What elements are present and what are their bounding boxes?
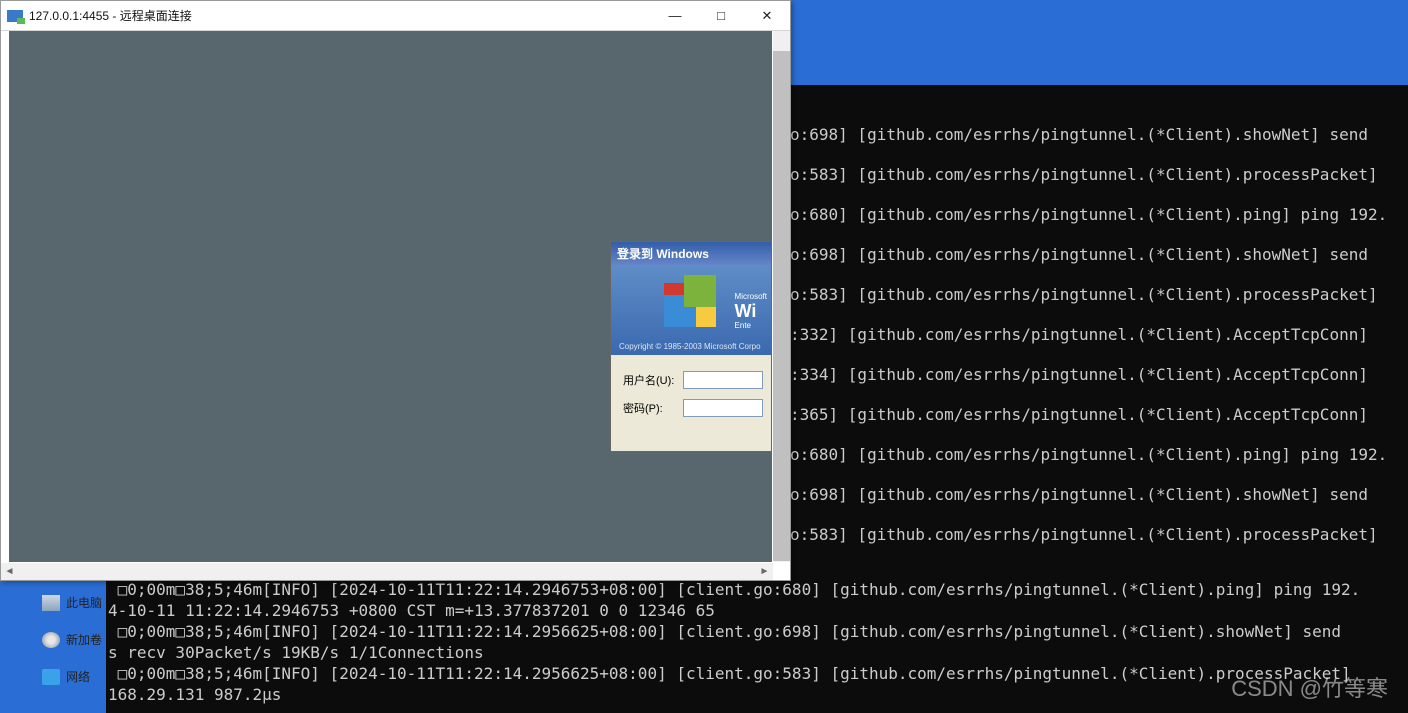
term-line: □0;00m□38;5;46m[INFO] [2024-10-11T11:22:…: [106, 663, 1408, 684]
login-dialog-title: 登录到 Windows: [611, 242, 771, 265]
desktop-label: 此电脑: [66, 594, 102, 611]
term-line: :332] [github.com/esrrhs/pingtunnel.(*Cl…: [790, 315, 1408, 355]
term-line: o:680] [github.com/esrrhs/pingtunnel.(*C…: [790, 195, 1408, 235]
rdp-body: 登录到 Windows Microsoft Wi Ente Copyright …: [1, 31, 790, 580]
term-line: o:698] [github.com/esrrhs/pingtunnel.(*C…: [790, 235, 1408, 275]
rdp-window-title: 127.0.0.1:4455 - 远程桌面连接: [29, 7, 192, 24]
term-line: o:698] [github.com/esrrhs/pingtunnel.(*C…: [790, 475, 1408, 515]
password-label: 密码(P):: [623, 400, 683, 416]
term-line: 4-10-11 11:22:14.2946753 +0800 CST m=+13…: [106, 600, 1408, 621]
term-line: 168.29.131 987.2µs: [106, 684, 1408, 705]
desktop-icon-net[interactable]: 网络: [42, 668, 102, 685]
rdp-titlebar[interactable]: 127.0.0.1:4455 - 远程桌面连接 — □ ✕: [1, 1, 790, 31]
desktop-icon-pc[interactable]: 此电脑: [42, 594, 102, 611]
maximize-button[interactable]: □: [698, 2, 744, 30]
term-line: s recv 30Packet/s 19KB/s 1/1Connections: [106, 642, 1408, 663]
bottom-terminal[interactable]: □0;00m□38;5;46m[INFO] [2024-10-11T11:22:…: [106, 579, 1408, 713]
term-line: □0;00m□38;5;46m[INFO] [2024-10-11T11:22:…: [106, 579, 1408, 600]
pc-icon: [42, 595, 60, 611]
minimize-button[interactable]: —: [652, 2, 698, 30]
username-label: 用户名(U):: [623, 372, 683, 388]
login-form: 用户名(U): 密码(P):: [611, 355, 771, 451]
desktop-label: 网络: [66, 668, 90, 685]
desktop-icon-cd[interactable]: 新加卷: [42, 631, 102, 648]
desktop-icons: 此电脑 新加卷 网络: [42, 594, 102, 705]
login-banner: Microsoft Wi Ente Copyright © 1985-2003 …: [611, 265, 771, 355]
term-line: :365] [github.com/esrrhs/pingtunnel.(*Cl…: [790, 395, 1408, 435]
login-dialog: 登录到 Windows Microsoft Wi Ente Copyright …: [610, 241, 772, 452]
close-button[interactable]: ✕: [744, 2, 790, 30]
cd-icon: [42, 632, 60, 648]
username-field[interactable]: [683, 371, 763, 389]
term-line: o:583] [github.com/esrrhs/pingtunnel.(*C…: [790, 275, 1408, 315]
vertical-scrollbar[interactable]: [773, 31, 790, 562]
horizontal-scrollbar[interactable]: ◄ ►: [1, 563, 773, 580]
windows-logo-icon: [664, 275, 734, 335]
term-line: o:698] [github.com/esrrhs/pingtunnel.(*C…: [790, 115, 1408, 155]
banner-sub: Ente: [735, 322, 767, 331]
term-line: o:583] [github.com/esrrhs/pingtunnel.(*C…: [790, 515, 1408, 555]
rdp-window: 127.0.0.1:4455 - 远程桌面连接 — □ ✕ 登录到 Window…: [0, 0, 791, 581]
scrollbar-thumb[interactable]: [773, 51, 790, 561]
term-line: :334] [github.com/esrrhs/pingtunnel.(*Cl…: [790, 355, 1408, 395]
scroll-left-icon[interactable]: ◄: [1, 563, 18, 580]
network-icon: [42, 669, 60, 685]
scroll-right-icon[interactable]: ►: [756, 563, 773, 580]
rdp-icon: [7, 10, 23, 22]
term-line: o:680] [github.com/esrrhs/pingtunnel.(*C…: [790, 435, 1408, 475]
term-line: o:583] [github.com/esrrhs/pingtunnel.(*C…: [790, 155, 1408, 195]
banner-big: Wi: [735, 302, 767, 322]
login-copyright: Copyright © 1985-2003 Microsoft Corpo: [619, 342, 767, 351]
desktop-label: 新加卷: [66, 631, 102, 648]
password-field[interactable]: [683, 399, 763, 417]
rdp-remote-desktop[interactable]: 登录到 Windows Microsoft Wi Ente Copyright …: [9, 31, 772, 562]
term-line: □0;00m□38;5;46m[INFO] [2024-10-11T11:22:…: [106, 621, 1408, 642]
banner-text: Microsoft Wi Ente: [735, 293, 767, 330]
